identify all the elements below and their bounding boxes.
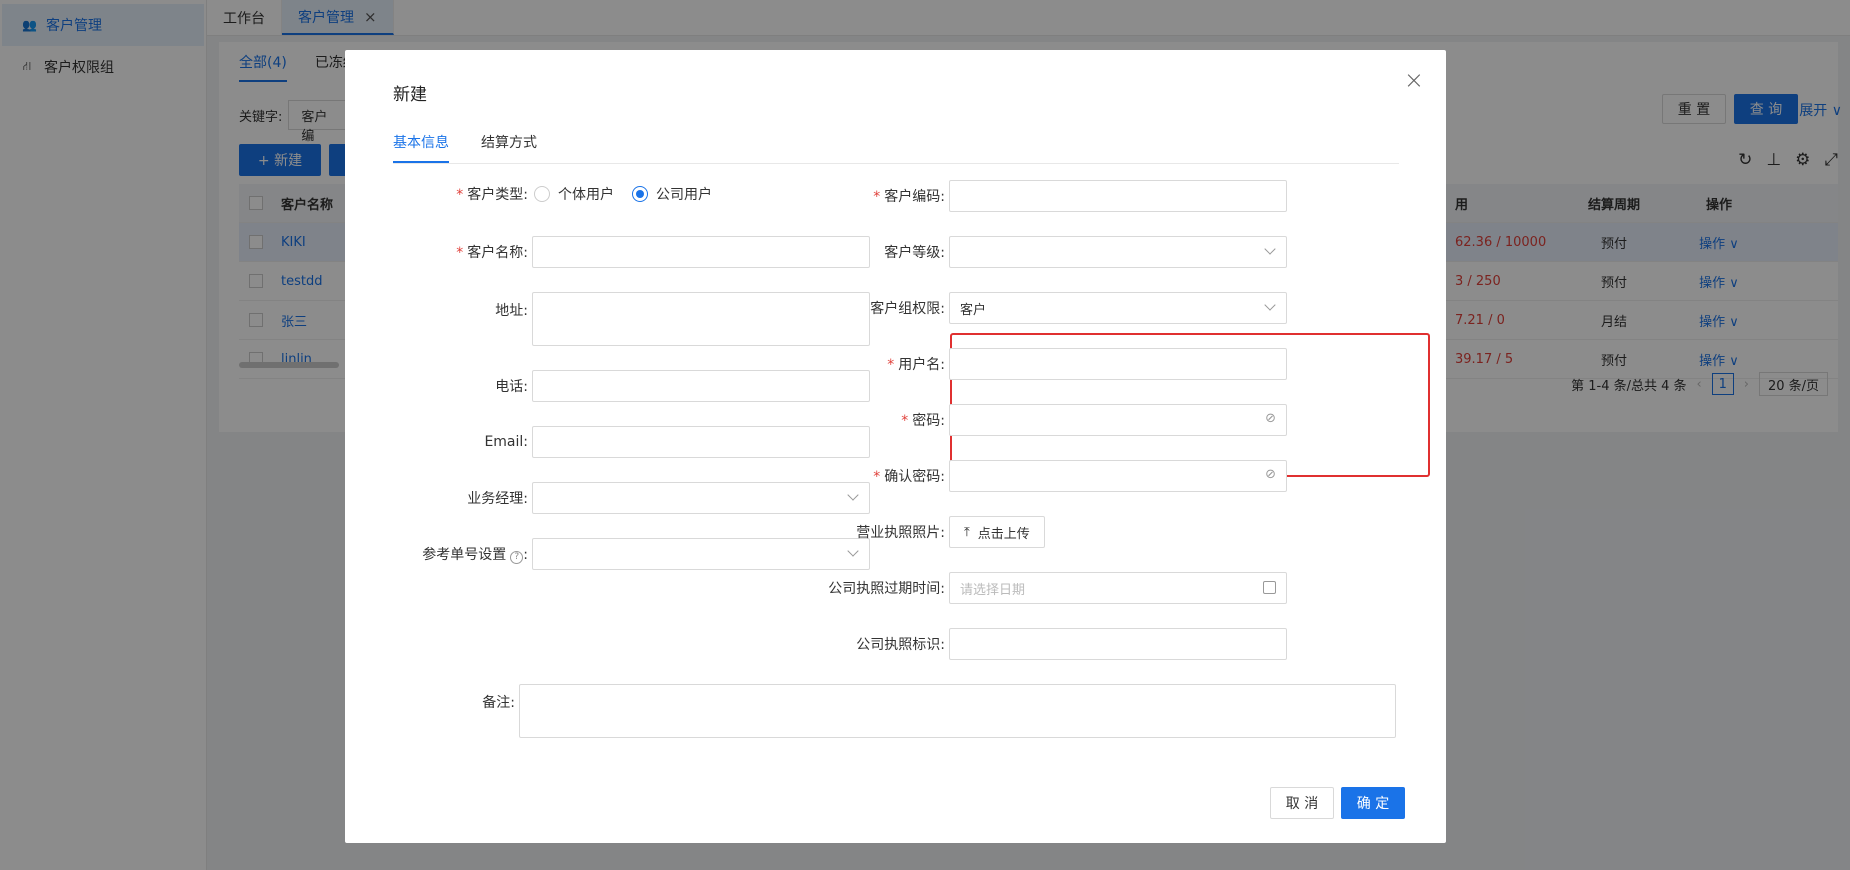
license-expiry-field: 公司执照过期时间: 请选择日期 <box>785 572 1287 604</box>
manager-label: 业务经理: <box>467 491 528 507</box>
chevron-down-icon <box>1264 243 1276 255</box>
confirm-password-label: 确认密码: <box>884 469 945 485</box>
remark-label: 备注: <box>482 695 515 711</box>
customer-level-label: 客户等级: <box>884 245 945 261</box>
upload-icon: ⤒ <box>964 524 970 540</box>
confirm-password-input[interactable]: ⊘ <box>949 460 1287 492</box>
customer-name-label: 客户名称: <box>467 245 528 261</box>
modal-tabs: 基本信息 结算方式 <box>393 132 1399 164</box>
cancel-button[interactable]: 取 消 <box>1270 787 1334 819</box>
date-placeholder: 请选择日期 <box>960 582 1026 598</box>
customer-code-input[interactable] <box>949 180 1287 212</box>
customer-code-field: * 客户编码: <box>785 180 1287 212</box>
license-id-input[interactable] <box>949 628 1287 660</box>
upload-button[interactable]: ⤒ 点击上传 <box>949 516 1045 548</box>
ref-no-label: 参考单号设置 <box>422 547 507 563</box>
group-permission-field: 客户组权限: 客户 <box>785 292 1287 324</box>
remark-textarea[interactable] <box>519 684 1396 738</box>
eye-invisible-icon[interactable]: ⊘ <box>1265 467 1276 482</box>
new-customer-modal: 新建 × 基本信息 结算方式 * 客户类型: 个体用户 公司用户 * 客户名称: 地… <box>345 50 1446 843</box>
radio-label: 公司用户 <box>656 187 712 203</box>
group-permission-select[interactable]: 客户 <box>949 292 1287 324</box>
email-label: Email: <box>484 434 528 450</box>
username-input[interactable] <box>949 348 1287 380</box>
password-label: 密码: <box>912 413 945 429</box>
close-icon[interactable]: × <box>1404 66 1424 94</box>
eye-invisible-icon[interactable]: ⊘ <box>1265 411 1276 426</box>
customer-level-field: 客户等级: <box>785 236 1287 268</box>
upload-button-label: 点击上传 <box>977 526 1030 542</box>
password-input[interactable]: ⊘ <box>949 404 1287 436</box>
customer-type-field: * 客户类型: 个体用户 公司用户 <box>385 184 730 204</box>
modal-title: 新建 <box>393 85 427 105</box>
phone-label: 电话: <box>495 379 528 395</box>
radio-label: 个体用户 <box>558 187 614 203</box>
license-expiry-label: 公司执照过期时间: <box>828 581 945 597</box>
password-field: * 密码: ⊘ <box>785 404 1287 436</box>
license-id-field: 公司执照标识: <box>785 628 1287 660</box>
confirm-button[interactable]: 确 定 <box>1341 787 1405 819</box>
remark-field: 备注: <box>385 684 1396 738</box>
group-permission-value: 客户 <box>960 302 987 318</box>
customer-type-label: 客户类型: <box>467 187 528 203</box>
group-permission-label: 客户组权限: <box>870 301 945 317</box>
username-label: 用户名: <box>898 357 945 373</box>
customer-code-label: 客户编码: <box>884 189 945 205</box>
username-field: * 用户名: <box>785 348 1287 380</box>
address-label: 地址: <box>495 303 528 319</box>
license-id-label: 公司执照标识: <box>856 637 945 653</box>
help-icon[interactable]: ? <box>510 550 524 564</box>
license-expiry-datepicker[interactable]: 请选择日期 <box>949 572 1287 604</box>
calendar-icon <box>1263 581 1276 594</box>
chevron-down-icon <box>1264 299 1276 311</box>
license-photo-field: 营业执照照片: ⤒ 点击上传 <box>785 516 1045 548</box>
customer-level-select[interactable] <box>949 236 1287 268</box>
tab-settlement[interactable]: 结算方式 <box>481 132 537 163</box>
confirm-password-field: * 确认密码: ⊘ <box>785 460 1287 492</box>
tab-basic-info[interactable]: 基本信息 <box>393 132 449 163</box>
license-photo-label: 营业执照照片: <box>856 525 945 541</box>
radio-individual[interactable]: 个体用户 <box>534 184 614 204</box>
radio-company[interactable]: 公司用户 <box>632 184 712 204</box>
